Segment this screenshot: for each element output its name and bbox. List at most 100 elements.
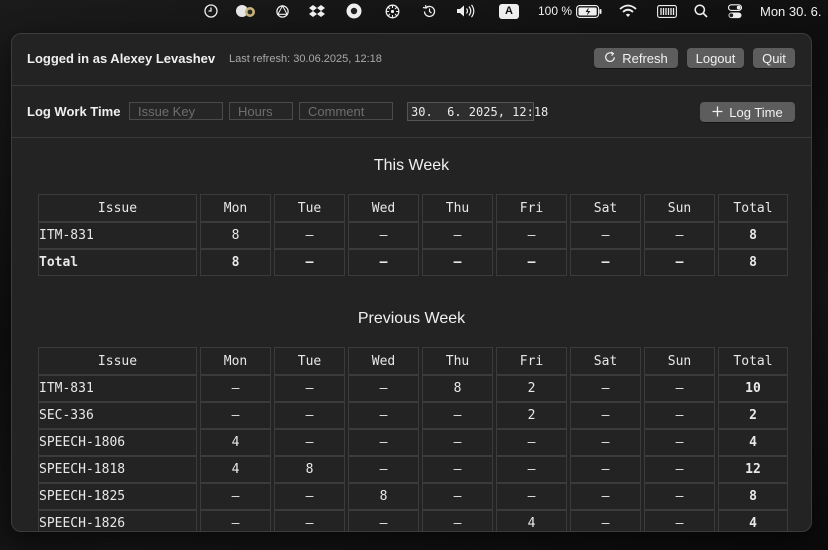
hours-cell: 8 [422, 375, 493, 402]
hours-cell: – [570, 249, 641, 276]
hours-cell: – [570, 429, 641, 456]
column-header-wed: Wed [348, 194, 419, 222]
table-row: SPEECH-1806 4– – – – – –4 [38, 429, 788, 456]
wifi-icon[interactable] [618, 0, 638, 22]
hours-cell: 8 [200, 249, 271, 276]
hours-cell: – [644, 249, 715, 276]
circle-app-icon[interactable] [345, 0, 363, 22]
hours-cell: – [348, 402, 419, 429]
column-header-thu: Thu [422, 194, 493, 222]
hours-cell: – [348, 510, 419, 531]
header-bar: Logged in as Alexey Levashev Last refres… [12, 34, 811, 86]
hours-cell: 4 [200, 456, 271, 483]
hours-cell: – [496, 249, 567, 276]
totals-row: Total 8– – – – – –8 [38, 249, 788, 276]
hours-cell: – [274, 402, 345, 429]
comment-input[interactable] [299, 102, 393, 120]
table-row: SEC-336– – – –2– –2 [38, 402, 788, 429]
refresh-button[interactable]: Refresh [594, 48, 678, 68]
app-icon[interactable] [234, 0, 258, 22]
hours-cell: 2 [496, 402, 567, 429]
column-header-wed: Wed [348, 347, 419, 375]
total-cell: 4 [718, 429, 788, 456]
table-row: SPEECH-1818 4 8– – – – –12 [38, 456, 788, 483]
log-time-label: Log Time [729, 104, 783, 120]
control-center-icon[interactable] [726, 0, 744, 22]
table-row: ITM-831– – –8 2– –10 [38, 375, 788, 402]
issue-cell: ITM-831 [38, 375, 197, 402]
time-machine-icon[interactable] [420, 0, 438, 22]
hours-cell: 2 [496, 375, 567, 402]
table-row: ITM-831 8– – – – – –8 [38, 222, 788, 249]
plus-icon [712, 105, 723, 120]
hours-cell: – [200, 510, 271, 531]
hours-cell: 8 [348, 483, 419, 510]
volume-icon[interactable] [455, 0, 477, 22]
battery-percent[interactable]: 100 % [537, 0, 573, 22]
logout-button[interactable]: Logout [687, 48, 744, 68]
settings-wheel-icon[interactable] [383, 0, 401, 22]
time-tracker-popover: Logged in as Alexey Levashev Last refres… [11, 33, 812, 532]
this-week-table: Issue Mon Tue Wed Thu Fri Sat Sun Total ITM-831 8… [35, 194, 791, 276]
hours-cell: – [200, 483, 271, 510]
hours-cell: – [644, 402, 715, 429]
previous-week-table: Issue Mon Tue Wed Thu Fri Sat Sun Total ITM-831–… [35, 347, 791, 531]
column-header-thu: Thu [422, 347, 493, 375]
hours-cell: – [570, 510, 641, 531]
log-work-form: Log Work Time 30. 6. 2025, 12:18 Log Tim… [12, 86, 811, 138]
hours-cell: – [274, 375, 345, 402]
hours-cell: – [348, 375, 419, 402]
search-icon[interactable] [692, 0, 710, 22]
input-source-label: A [499, 3, 519, 19]
hours-input[interactable] [229, 102, 293, 120]
battery-icon[interactable] [575, 0, 603, 22]
hours-cell: – [274, 429, 345, 456]
column-header-sat: Sat [570, 194, 641, 222]
hours-cell: – [200, 402, 271, 429]
datetime-picker[interactable]: 30. 6. 2025, 12:18 [407, 102, 548, 121]
column-header-tue: Tue [274, 194, 345, 222]
input-source-indicator[interactable]: A [499, 0, 519, 22]
issue-cell: ITM-831 [38, 222, 197, 249]
quit-label: Quit [762, 50, 786, 66]
hours-cell: – [496, 483, 567, 510]
hours-cell: – [570, 402, 641, 429]
hours-cell: – [422, 456, 493, 483]
hours-cell: – [348, 429, 419, 456]
clock-icon[interactable] [202, 0, 220, 22]
last-refresh-label: Last refresh: 30.06.2025, 12:18 [229, 53, 382, 65]
column-header-mon: Mon [200, 194, 271, 222]
hours-cell: – [348, 222, 419, 249]
log-time-button[interactable]: Log Time [700, 102, 795, 122]
hours-cell: – [644, 429, 715, 456]
log-work-title: Log Work Time [27, 104, 121, 119]
previous-week-title: Previous Week [357, 310, 466, 327]
hours-cell: – [274, 222, 345, 249]
dropbox-icon[interactable] [307, 0, 327, 22]
hours-cell: 8 [274, 456, 345, 483]
battery-bar-icon[interactable] [656, 0, 678, 22]
menubar-clock[interactable]: Mon 30. 6. [760, 0, 828, 22]
issue-cell: SEC-336 [38, 402, 197, 429]
column-header-mon: Mon [200, 347, 271, 375]
hours-cell: – [422, 222, 493, 249]
openai-icon[interactable] [273, 0, 291, 22]
column-header-tue: Tue [274, 347, 345, 375]
hours-cell: – [570, 375, 641, 402]
refresh-icon [604, 51, 616, 66]
hours-cell: – [274, 510, 345, 531]
table-header-row: Issue Mon Tue Wed Thu Fri Sat Sun Total [38, 194, 788, 222]
issue-key-input[interactable] [129, 102, 223, 120]
hours-cell: – [274, 483, 345, 510]
table-header-row: Issue Mon Tue Wed Thu Fri Sat Sun Total [38, 347, 788, 375]
column-header-sun: Sun [644, 347, 715, 375]
quit-button[interactable]: Quit [753, 48, 795, 68]
hours-cell: – [570, 483, 641, 510]
issue-cell: SPEECH-1806 [38, 429, 197, 456]
total-cell: 8 [718, 249, 788, 276]
issue-cell: SPEECH-1818 [38, 456, 197, 483]
hours-cell: 4 [496, 510, 567, 531]
column-header-issue: Issue [38, 194, 197, 222]
column-header-sat: Sat [570, 347, 641, 375]
issue-cell: SPEECH-1826 [38, 510, 197, 531]
